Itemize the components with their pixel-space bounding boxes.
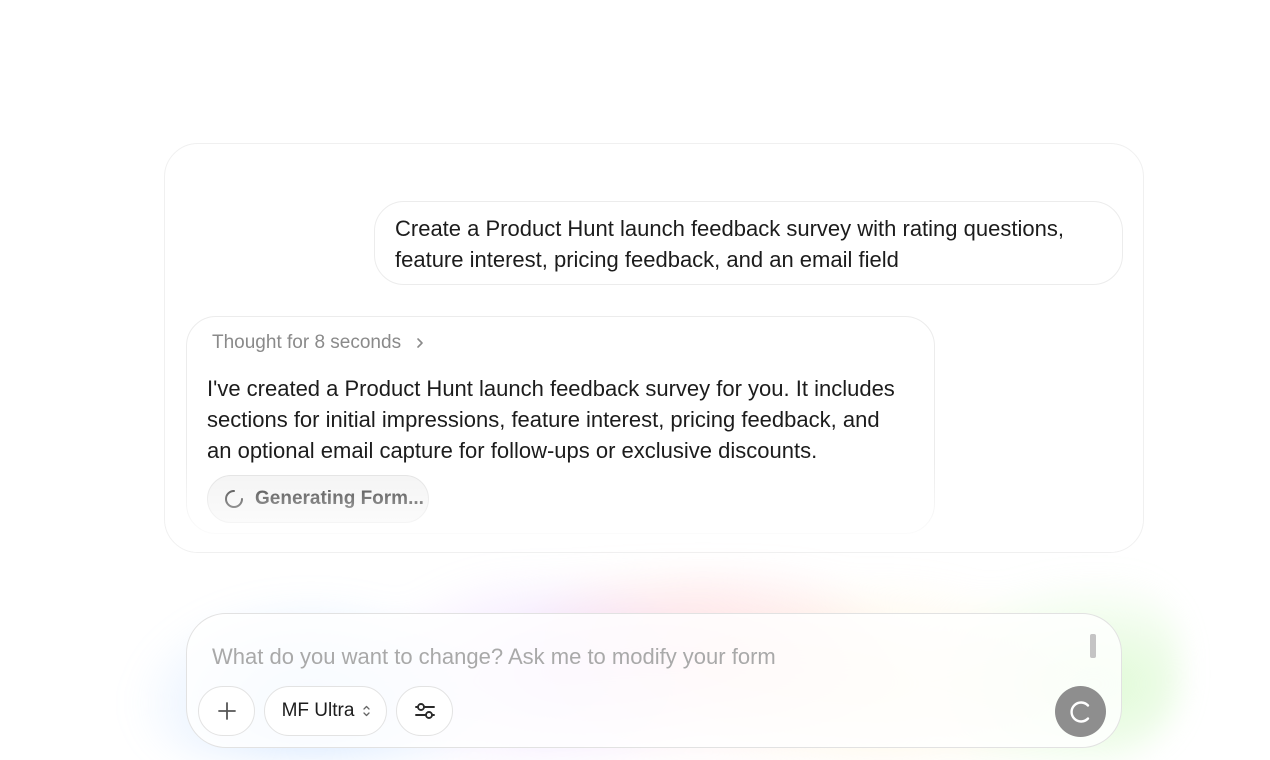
chat-thread: Create a Product Hunt launch feedback su… — [164, 143, 1144, 553]
thought-label: Thought for 8 seconds — [212, 332, 402, 353]
user-message: Create a Product Hunt launch feedback su… — [374, 201, 1123, 285]
user-message-text: Create a Product Hunt launch feedback su… — [395, 216, 1064, 272]
generating-status-badge: Generating Form... — [207, 475, 429, 523]
model-label: MF Ultra — [281, 700, 355, 721]
loading-spinner-icon — [1069, 700, 1089, 723]
prompt-input[interactable] — [212, 639, 1072, 675]
send-button[interactable] — [1055, 686, 1106, 737]
settings-button[interactable] — [396, 686, 453, 736]
generating-status-label: Generating Form... — [255, 488, 424, 509]
sliders-icon — [414, 703, 435, 719]
assistant-message: Thought for 8 seconds I've created a Pro… — [186, 316, 935, 534]
input-scrollbar[interactable] — [1090, 634, 1096, 658]
message-composer: MF Ultra — [186, 613, 1122, 748]
loading-spinner-icon — [225, 490, 243, 508]
thought-toggle[interactable]: Thought for 8 seconds — [212, 332, 427, 354]
chevron-up-down-icon — [363, 705, 371, 717]
assistant-message-text: I've created a Product Hunt launch feedb… — [207, 376, 895, 463]
add-button[interactable] — [198, 686, 255, 736]
chevron-right-icon — [417, 338, 423, 348]
model-selector[interactable]: MF Ultra — [264, 686, 387, 736]
plus-icon — [217, 702, 236, 720]
